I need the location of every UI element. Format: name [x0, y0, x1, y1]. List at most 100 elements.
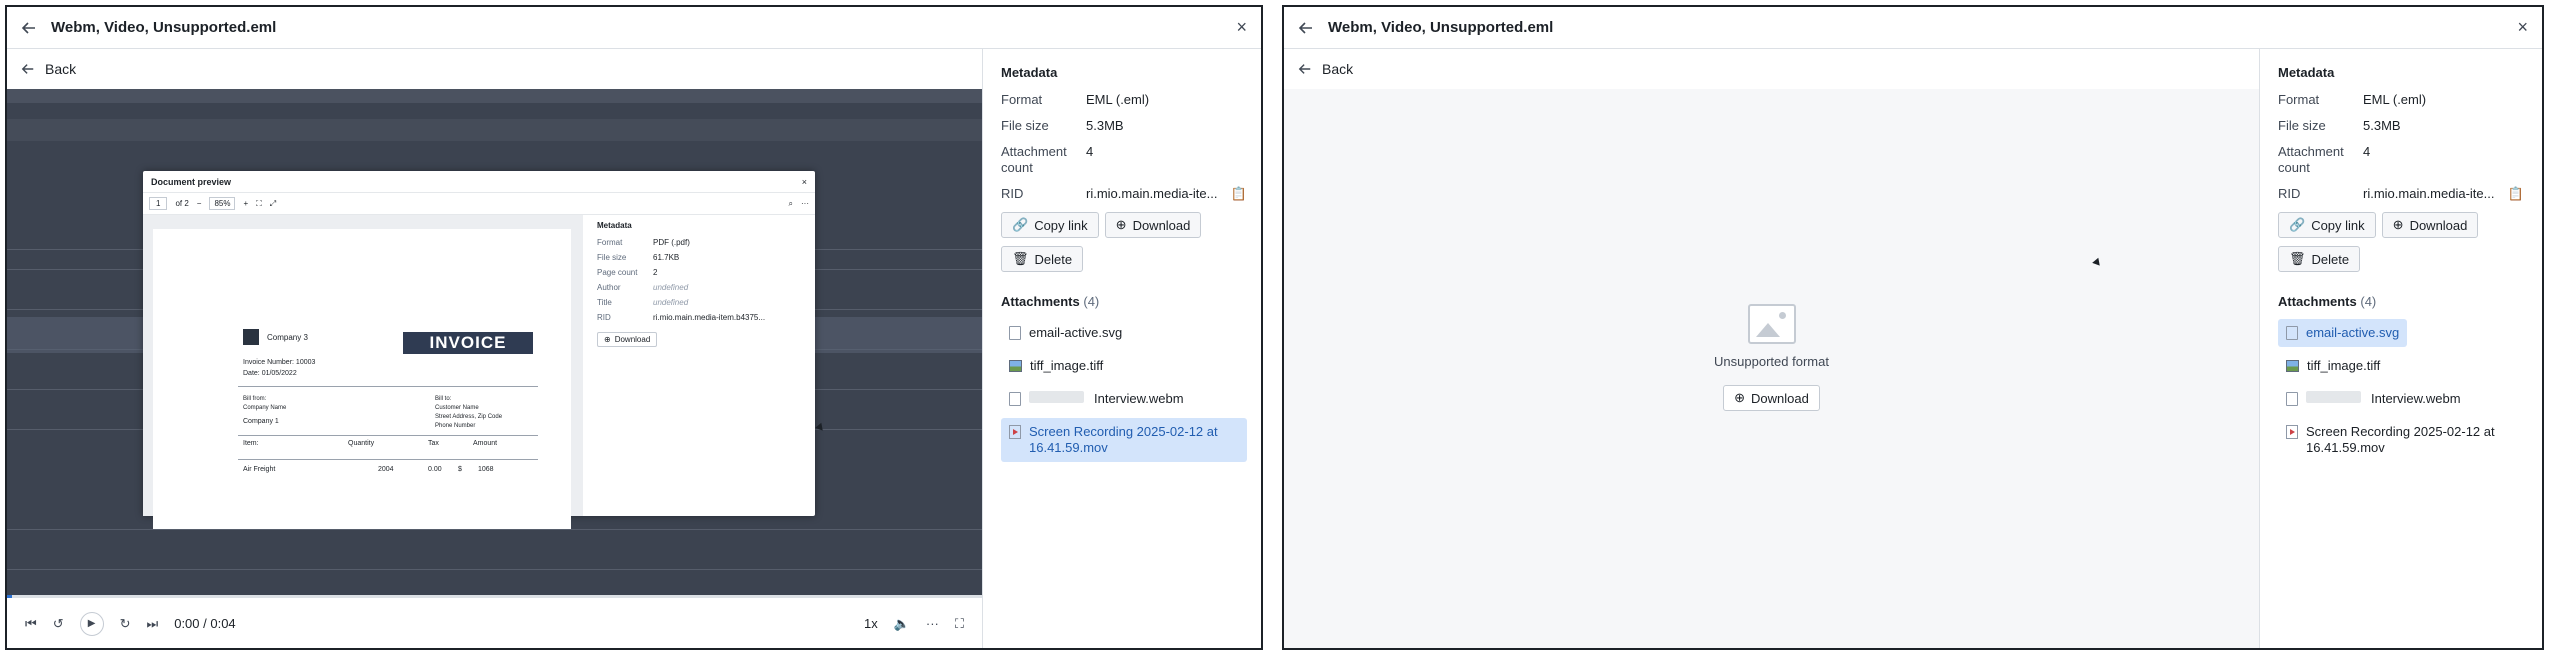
invoice-table-header: Item: Quantity Tax Amount — [238, 435, 538, 447]
fast-forward-icon[interactable]: ↻ — [120, 616, 131, 632]
meta-value: ri.mio.main.media-ite... — [2363, 186, 2495, 201]
more-icon[interactable]: ··· — [926, 616, 939, 631]
copy-link-label: Copy link — [1034, 217, 1088, 233]
dialog-toolbar: 1 of 2 − 85% + ⛶ ⤢ ⌕ ··· — [143, 193, 815, 215]
download-label: Download — [1132, 217, 1191, 233]
attachments-count: (4) — [1083, 294, 1100, 309]
attachment-item[interactable]: email-active.svg — [1001, 319, 1247, 347]
dialog-close-icon: × — [801, 176, 807, 187]
attachment-name: Screen Recording 2025-02-12 at 16.41.59.… — [2306, 424, 2495, 455]
dialog-header: Document preview × — [143, 171, 815, 193]
attachment-item[interactable]: tiff_image.tiff — [2278, 352, 2524, 380]
meta-key: File size — [1001, 118, 1049, 133]
clipboard-icon[interactable]: 📋 — [2508, 186, 2524, 202]
copy-link-button[interactable]: 🔗 Copy link — [2278, 212, 2376, 238]
row-quantity: 2004 — [378, 466, 394, 473]
invoice-date: 01/05/2022 — [261, 370, 297, 377]
meta-key: Format — [1001, 92, 1043, 107]
invoice-table-row: Air Freight 2004 0.00 $ 1068 — [238, 459, 538, 473]
video-progress-bar[interactable] — [7, 595, 982, 598]
attachment-item-selected[interactable]: email-active.svg — [2278, 319, 2408, 347]
date-label: Date: — [243, 370, 260, 377]
bill-to-label: Bill to: — [435, 396, 452, 402]
fullscreen-icon[interactable]: ⛶ — [955, 616, 964, 632]
row-tax: 0.00 — [428, 466, 442, 473]
image-icon — [2286, 360, 2299, 372]
attachment-preview-panel-unsupported: Webm, Video, Unsupported.eml × Back Unsu… — [1282, 5, 2544, 650]
col-amount: Amount — [473, 440, 498, 447]
dialog-title: Document preview — [151, 176, 232, 187]
doc-meta-value: 61.7KB — [653, 253, 680, 262]
download-button[interactable]: ⊕ Download — [1723, 385, 1820, 411]
delete-button[interactable]: 🗑 Delete — [2278, 246, 2361, 272]
bill-to-line: Phone Number — [435, 423, 476, 429]
attachment-item[interactable]: Screen Recording 2025-02-12 at 16.41.59.… — [2278, 418, 2524, 462]
attachment-item[interactable]: Interview.webm — [1001, 385, 1247, 413]
skip-forward-icon[interactable]: ⏭ — [147, 616, 159, 632]
document-preview-dialog: Document preview × 1 of 2 − 85% + ⛶ ⤢ ⌕ … — [143, 171, 815, 529]
page-of: of 2 — [175, 199, 189, 208]
panel-title: Webm, Video, Unsupported.eml — [51, 19, 277, 36]
row-item: Air Freight — [243, 466, 276, 473]
panel-title: Webm, Video, Unsupported.eml — [1328, 19, 1554, 36]
zoom-out-icon: − — [196, 199, 202, 208]
meta-value: 5.3MB — [1086, 118, 1124, 133]
doc-download-label: Download — [614, 335, 651, 344]
arrow-left-icon[interactable] — [1298, 20, 1314, 36]
doc-meta-heading: Metadata — [597, 221, 632, 230]
video-player[interactable]: Document preview × 1 of 2 − 85% + ⛶ ⤢ ⌕ … — [7, 89, 982, 597]
search-icon: ⌕ — [788, 198, 793, 208]
zoom-in-icon: + — [243, 199, 249, 208]
back-label: Back — [1322, 61, 1354, 77]
download-button[interactable]: ⊕ Download — [2381, 212, 2479, 238]
link-icon: 🔗 — [2289, 217, 2306, 232]
copy-link-button[interactable]: 🔗 Copy link — [1001, 212, 1099, 238]
meta-key: File size — [2278, 118, 2326, 133]
more-icon: ··· — [801, 199, 809, 208]
volume-icon[interactable]: 🔈 — [894, 616, 910, 632]
clipboard-icon[interactable]: 📋 — [1231, 186, 1247, 202]
doc-meta-key: Page count — [597, 268, 638, 277]
back-button[interactable]: Back — [7, 49, 76, 89]
video-progress-fill — [7, 595, 12, 598]
arrow-left-icon[interactable] — [21, 20, 37, 36]
video-controls: ⏮ ↺ ▶ ↻ ⏭ 0:00 / 0:04 1x 🔈 ··· ⛶ — [7, 597, 982, 648]
meta-key: Attachment count — [2278, 144, 2344, 175]
meta-value: EML (.eml) — [1086, 92, 1150, 107]
meta-value: EML (.eml) — [2363, 92, 2427, 107]
attachments-heading: Attachments (4) — [1001, 294, 1247, 309]
playback-speed[interactable]: 1x — [864, 616, 878, 631]
attachment-item-selected[interactable]: Screen Recording 2025-02-12 at 16.41.59.… — [1001, 418, 1247, 462]
download-button[interactable]: ⊕ Download — [1104, 212, 1202, 238]
attachment-name: email-active.svg — [2306, 325, 2400, 340]
skip-back-icon[interactable]: ⏮ — [25, 616, 37, 632]
meta-key: Format — [2278, 92, 2320, 107]
unsupported-preview-area: Unsupported format ⊕ Download — [1284, 89, 2259, 648]
attachment-item[interactable]: tiff_image.tiff — [1001, 352, 1247, 380]
video-time: 0:00 / 0:04 — [174, 616, 236, 631]
delete-button[interactable]: 🗑 Delete — [1001, 246, 1084, 272]
close-icon[interactable]: × — [1236, 17, 1247, 38]
meta-value: 4 — [1086, 144, 1094, 159]
metadata-heading: Metadata — [1001, 65, 1058, 80]
doc-meta-value: undefined — [653, 298, 689, 307]
doc-download-button: ⊕ Download — [597, 332, 658, 347]
delete-label: Delete — [1034, 251, 1073, 267]
arrow-left-icon — [1298, 64, 1311, 74]
back-button[interactable]: Back — [1284, 49, 1353, 89]
attachment-item[interactable]: Interview.webm — [2278, 385, 2524, 413]
attachment-preview-panel-video: Webm, Video, Unsupported.eml × Back Docu… — [5, 5, 1263, 650]
close-icon[interactable]: × — [2517, 17, 2528, 38]
invoice-number: 10003 — [295, 359, 316, 366]
meta-value: 4 — [2363, 144, 2371, 159]
metadata-sidebar: Metadata Format EML (.eml) File size 5.3MB… — [2259, 49, 2542, 648]
fit-icon: ⛶ — [256, 198, 262, 208]
attachment-name: Interview.webm — [1094, 391, 1184, 406]
back-label: Back — [45, 61, 77, 77]
rewind-icon[interactable]: ↺ — [53, 616, 64, 632]
attachment-name: tiff_image.tiff — [2307, 358, 2381, 373]
play-icon[interactable]: ▶ — [79, 611, 104, 636]
doc-meta-value: 2 — [653, 268, 658, 277]
attachments-count: (4) — [2360, 294, 2377, 309]
redacted-prefix — [2306, 391, 2361, 403]
